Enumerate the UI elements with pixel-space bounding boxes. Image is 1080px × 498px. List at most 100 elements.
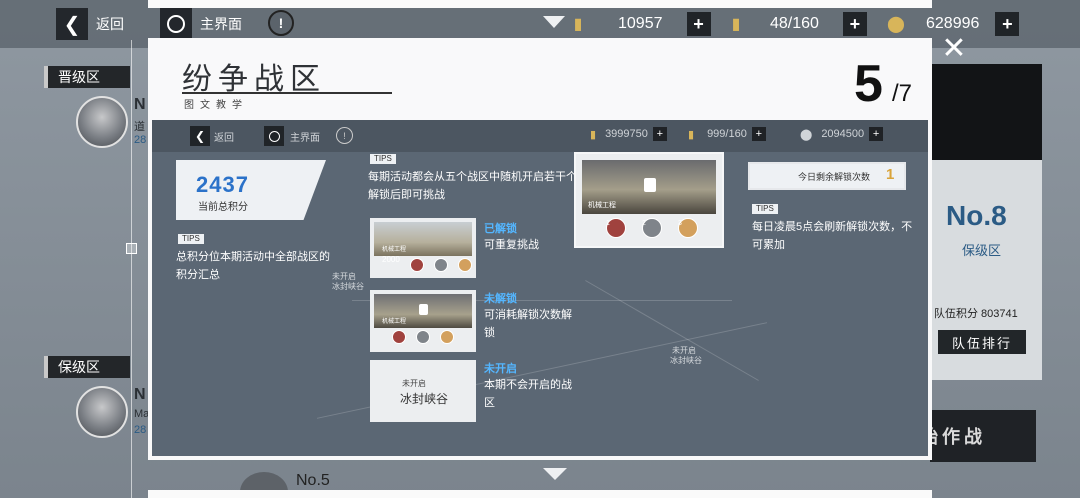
resource-value: 10957	[618, 15, 663, 32]
start-battle-button[interactable]: 开始作战	[898, 410, 1036, 462]
home-label: 主界面	[200, 16, 242, 32]
total-score-label: 当前总积分	[198, 202, 248, 213]
chevron-left-icon: ❮	[190, 126, 210, 146]
zone-image: 机械工程	[582, 160, 716, 214]
list-card-edge	[148, 490, 932, 498]
chevron-down-icon[interactable]	[543, 16, 565, 28]
avatar	[392, 330, 406, 344]
alert-icon: !	[336, 127, 353, 144]
gear-coin-icon: ⬤	[887, 16, 905, 33]
inner-res-value: 3999750	[605, 128, 648, 140]
map-label: 未开启	[332, 272, 356, 281]
back-button[interactable]: ❮ 返回	[56, 8, 136, 40]
locked-desc: 可消耗解锁次数解锁	[484, 309, 572, 339]
closed-zone-name: 冰封峡谷	[400, 392, 449, 406]
lock-icon	[419, 304, 428, 315]
zone-card-unlocked: 机械工程 2000	[370, 218, 476, 278]
resource-value: 628996	[926, 15, 980, 32]
chevron-down-icon[interactable]	[543, 468, 567, 480]
zone-name: 机械工程	[382, 247, 407, 253]
resource-value: 48/160	[770, 15, 819, 32]
squad-slots	[606, 218, 698, 238]
locked-label: 未解锁	[484, 293, 517, 305]
closed-desc: 本期不会开启的战区	[484, 379, 572, 409]
inner-back-label: 返回	[214, 133, 234, 144]
avatar	[416, 330, 430, 344]
tutorial-modal: 纷争战区 图文教学 5 /7 ❮ 返回 主界面 ! ▮ 3999750 + ▮ 999…	[148, 38, 932, 460]
home-circle-icon	[160, 8, 192, 40]
zone-score: 2000	[382, 255, 400, 264]
plus-icon: +	[652, 127, 667, 141]
expand-handle-icon[interactable]	[126, 243, 137, 254]
home-circle-icon	[264, 126, 284, 146]
alert-icon[interactable]: !	[268, 10, 294, 36]
squad-slots	[392, 330, 454, 344]
slot-number: 3	[678, 220, 682, 227]
modal-subtitle: 图文教学	[184, 100, 248, 111]
total-score-value: 2437	[196, 172, 249, 197]
inner-res-value: 2094500	[821, 128, 865, 140]
unlocked-desc: 可重复挑战	[484, 239, 539, 251]
squad-slots	[410, 258, 472, 272]
ammo-icon: ▮	[688, 128, 695, 141]
section-relegation: 保级区	[44, 356, 130, 378]
list-card-edge	[148, 0, 932, 8]
add-coins-button[interactable]: +	[995, 12, 1020, 36]
ticket-icon: ▮	[573, 16, 583, 33]
slot-number: 1	[606, 220, 610, 227]
zone-name: 机械工程	[382, 319, 407, 325]
close-icon[interactable]: ✕	[938, 34, 970, 66]
divider	[131, 40, 132, 498]
rank-label: No.5	[296, 472, 330, 489]
team-rank-button[interactable]: 队伍排行	[938, 330, 1026, 354]
section-promotion: 晋级区	[44, 66, 130, 88]
unlock-count-value: 1	[886, 166, 895, 183]
back-label: 返回	[96, 16, 124, 32]
avatar	[410, 258, 424, 272]
entry-initial: N	[134, 386, 146, 403]
avatar	[458, 258, 472, 272]
avatar[interactable]	[76, 386, 128, 438]
entry-line: 道	[134, 121, 145, 133]
chevron-left-icon: ❮	[56, 8, 88, 40]
entry-line: Ma	[134, 408, 150, 420]
tip-zone-open: 每期活动都会从五个战区中随机开启若干个，解锁后即可挑战	[368, 171, 588, 201]
title-underline	[182, 92, 392, 94]
rank-zone: 保级区	[962, 243, 1002, 258]
inner-resource: ▮ 999/160 +	[688, 127, 766, 141]
plus-icon: +	[869, 127, 884, 141]
entry-line: 28	[134, 134, 147, 146]
entry-line: 28	[134, 424, 147, 436]
avatar	[440, 330, 454, 344]
ticket-icon: ▮	[590, 128, 597, 141]
map-label: 冰封峡谷	[670, 356, 702, 365]
closed-label: 未开启	[484, 363, 517, 375]
closed-badge: 未开启	[402, 379, 426, 388]
resource-ammo: ▮ 48/160 +	[724, 10, 867, 38]
inner-home-label: 主界面	[290, 133, 320, 144]
zone-image: 机械工程 2000	[374, 222, 472, 264]
team-score: 队伍积分 803741	[934, 308, 1018, 320]
home-button[interactable]: 主界面	[160, 8, 242, 40]
tips-tag: TIPS	[178, 234, 204, 244]
tips-tag: TIPS	[370, 154, 396, 164]
tip-refresh: 每日凌晨5点会刷新解锁次数，不可累加	[752, 221, 913, 251]
tip-total-score: 总积分位本期活动中全部战区的积分汇总	[176, 251, 330, 281]
tips-tag: TIPS	[752, 204, 778, 214]
rank-number: No.8	[946, 200, 1007, 231]
inner-resource: ▮ 3999750 +	[590, 127, 667, 141]
add-tickets-button[interactable]: +	[686, 12, 711, 36]
avatar	[434, 258, 448, 272]
panel-header	[930, 64, 1042, 160]
map-label: 冰封峡谷	[332, 282, 364, 291]
avatar[interactable]	[76, 96, 128, 148]
unlocked-label: 已解锁	[484, 223, 517, 235]
add-ammo-button[interactable]: +	[842, 12, 867, 36]
map-label: 未开启	[672, 346, 696, 355]
zone-name: 机械工程	[588, 202, 616, 209]
page-number: 5	[854, 55, 883, 113]
zone-card-locked: 机械工程	[370, 290, 476, 352]
zone-card-highlight: 机械工程	[576, 154, 722, 246]
ammo-icon: ▮	[731, 16, 741, 33]
unlock-count-label: 今日剩余解锁次数	[798, 172, 871, 182]
